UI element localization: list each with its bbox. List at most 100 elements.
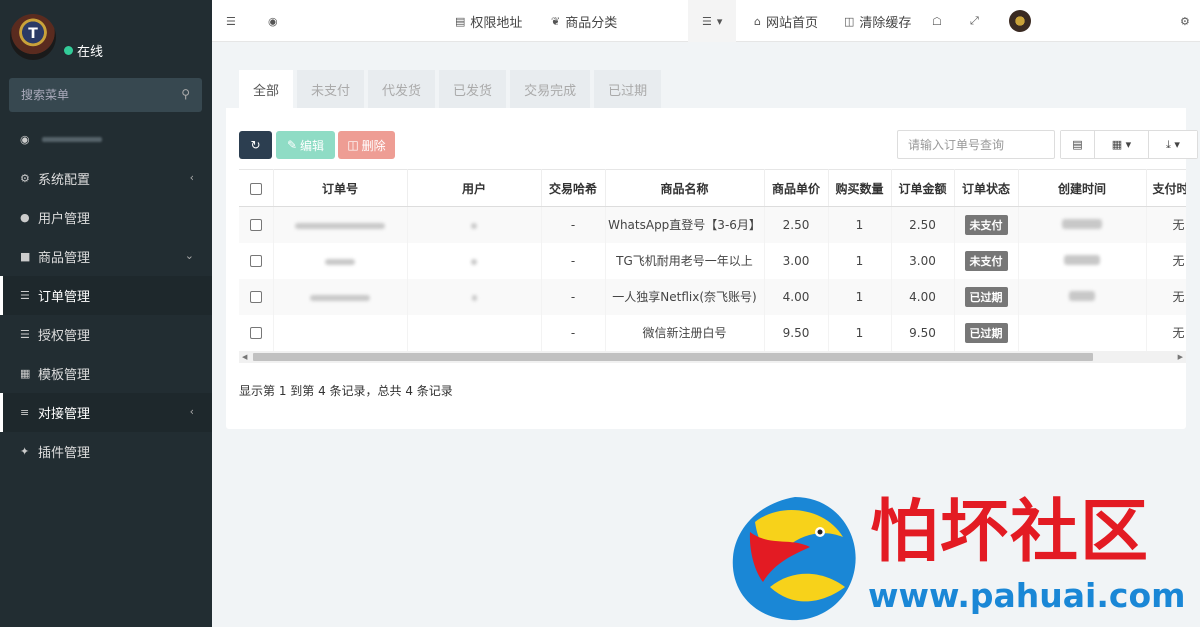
row-select-cell xyxy=(239,314,274,351)
expand-icon: ⤢ xyxy=(970,14,979,27)
category-link[interactable]: ❦ 商品分类 xyxy=(551,0,617,42)
export-button[interactable]: ⤓ ▾ xyxy=(1149,131,1197,158)
hamburger-icon: ☰ xyxy=(226,14,236,28)
order-search-input[interactable] xyxy=(897,130,1055,159)
dashboard-icon: ◉ xyxy=(268,14,278,28)
tab-completed[interactable]: 交易完成 xyxy=(510,70,591,108)
hash-cell: - xyxy=(541,242,606,279)
column-header[interactable]: 购买数量 xyxy=(828,169,892,207)
tab-to-ship[interactable]: 代发货 xyxy=(368,70,436,108)
amount-cell: 3.00 xyxy=(891,242,955,279)
edit-button[interactable]: ✎ 编辑 xyxy=(276,131,335,159)
avatar xyxy=(1009,10,1031,32)
home-link[interactable]: ⌂ 网站首页 xyxy=(754,0,818,42)
row-checkbox[interactable] xyxy=(249,291,262,303)
search-icon[interactable]: ⚲ xyxy=(181,87,190,101)
sidebar-item-plugins[interactable]: ✦ 插件管理 xyxy=(0,432,212,471)
redacted-text xyxy=(471,294,477,301)
tab-shipped[interactable]: 已发货 xyxy=(439,70,507,108)
category-label: 商品分类 xyxy=(565,15,618,31)
created-cell xyxy=(1018,278,1147,315)
column-header[interactable]: 订单状态 xyxy=(954,169,1019,207)
user-cell xyxy=(407,278,542,315)
sidebar-item-users[interactable]: ● 用户管理 xyxy=(0,198,212,237)
select-all-checkbox[interactable] xyxy=(249,182,262,195)
toggle-view-button[interactable]: ▤ xyxy=(1061,131,1095,158)
paid-cell: 无 xyxy=(1146,206,1186,243)
list-icon: ☰ xyxy=(702,14,712,28)
clear-cache-button[interactable]: ◫ 清除缓存 xyxy=(844,0,911,42)
tab-all[interactable]: 全部 xyxy=(239,70,294,108)
gear-icon: ⚙ xyxy=(20,172,30,185)
created-cell xyxy=(1018,242,1147,279)
orders-table: 订单号 用户 交易哈希 商品名称 商品单价 购买数量 订单金额 订单状态 创建时… xyxy=(239,169,1186,351)
sidebar-item-label: 订单管理 xyxy=(38,290,91,305)
table-row[interactable]: - WhatsApp直登号【3-6月】 2.50 1 2.50 未支付 无 xyxy=(239,206,1186,243)
tab-expired[interactable]: 已过期 xyxy=(594,70,662,108)
row-checkbox[interactable] xyxy=(249,327,262,339)
sidebar-item-products[interactable]: ■ 商品管理 ⌄ xyxy=(0,237,212,276)
redacted-text xyxy=(471,258,477,265)
sidebar-item-dashboard[interactable]: ◉ xyxy=(0,120,212,159)
menu-toggle-button[interactable]: ☰ xyxy=(226,0,236,42)
redacted-text xyxy=(471,222,477,229)
permission-link[interactable]: ▤ 权限地址 xyxy=(455,0,522,42)
settings-button[interactable]: ⚙ xyxy=(1180,0,1190,42)
columns-button[interactable]: ▦ ▾ xyxy=(1095,131,1149,158)
cart-icon: ■ xyxy=(20,250,31,263)
sidebar-item-orders[interactable]: ☰ 订单管理 xyxy=(0,276,212,315)
delete-button[interactable]: ◫ 删除 xyxy=(338,131,395,159)
column-header[interactable]: 订单号 xyxy=(273,169,408,207)
menu-search-input[interactable] xyxy=(9,78,169,112)
status-badge: 已过期 xyxy=(964,286,1008,307)
column-header[interactable]: 创建时间 xyxy=(1018,169,1147,207)
avatar[interactable]: T xyxy=(10,14,56,60)
sidebar-item-integration[interactable]: ≡ 对接管理 ‹ xyxy=(0,393,212,432)
language-button[interactable]: ☖ xyxy=(932,0,942,42)
chevron-left-icon: ‹ xyxy=(189,405,194,418)
column-header[interactable]: 交易哈希 xyxy=(541,169,606,207)
price-cell: 2.50 xyxy=(764,206,829,243)
dashboard-button[interactable]: ◉ xyxy=(268,0,278,42)
horizontal-scrollbar[interactable]: ◀ ▶ xyxy=(239,351,1186,363)
sidebar-item-label: 插件管理 xyxy=(38,446,91,461)
scrollbar-thumb[interactable] xyxy=(253,353,1093,361)
table-row[interactable]: - TG飞机耐用老号一年以上 3.00 1 3.00 未支付 无 xyxy=(239,242,1186,279)
sidebar-item-label: 模板管理 xyxy=(38,368,91,383)
blurred-label xyxy=(42,137,102,142)
sidebar-item-auth[interactable]: ☰ 授权管理 xyxy=(0,315,212,354)
column-header[interactable]: 商品名称 xyxy=(605,169,765,207)
table-row[interactable]: - 微信新注册白号 9.50 1 9.50 已过期 无 xyxy=(239,314,1186,351)
card-view-icon: ▤ xyxy=(1072,138,1083,151)
product-cell: 微信新注册白号 xyxy=(605,314,765,351)
scroll-left-icon[interactable]: ◀ xyxy=(242,351,247,363)
fullscreen-button[interactable]: ⤢ xyxy=(970,0,979,42)
order-no-cell xyxy=(273,278,408,315)
sidebar-item-templates[interactable]: ▦ 模板管理 xyxy=(0,354,212,393)
redacted-text xyxy=(1062,218,1102,229)
column-header[interactable]: 支付时 xyxy=(1146,169,1186,207)
user-menu-button[interactable] xyxy=(1009,0,1031,42)
refresh-icon: ↻ xyxy=(250,138,261,152)
fish-logo-icon xyxy=(732,497,856,621)
home-label: 网站首页 xyxy=(765,15,818,31)
column-header[interactable]: 商品单价 xyxy=(764,169,829,207)
row-checkbox[interactable] xyxy=(249,219,262,232)
pencil-icon: ✎ xyxy=(286,138,298,152)
row-select-cell xyxy=(239,242,274,279)
sidebar-item-system-config[interactable]: ⚙ 系统配置 ‹ xyxy=(0,159,212,198)
tab-unpaid[interactable]: 未支付 xyxy=(297,70,365,108)
more-menu-button[interactable]: ☰ ▾ xyxy=(688,0,737,42)
refresh-button[interactable]: ↻ xyxy=(239,131,272,159)
sidebar-item-label: 系统配置 xyxy=(38,173,91,188)
scroll-right-icon[interactable]: ▶ xyxy=(1178,351,1183,363)
order-no-cell xyxy=(273,314,408,351)
table-row[interactable]: - 一人独享Netflix(奈飞账号) 4.00 1 4.00 已过期 无 xyxy=(239,278,1186,315)
home-icon: ⌂ xyxy=(754,14,761,28)
row-checkbox[interactable] xyxy=(249,255,262,267)
user-cell xyxy=(407,206,542,243)
column-header[interactable]: 用户 xyxy=(407,169,542,207)
redacted-text xyxy=(1064,254,1100,265)
user-cell xyxy=(407,314,542,351)
column-header[interactable]: 订单金额 xyxy=(891,169,955,207)
